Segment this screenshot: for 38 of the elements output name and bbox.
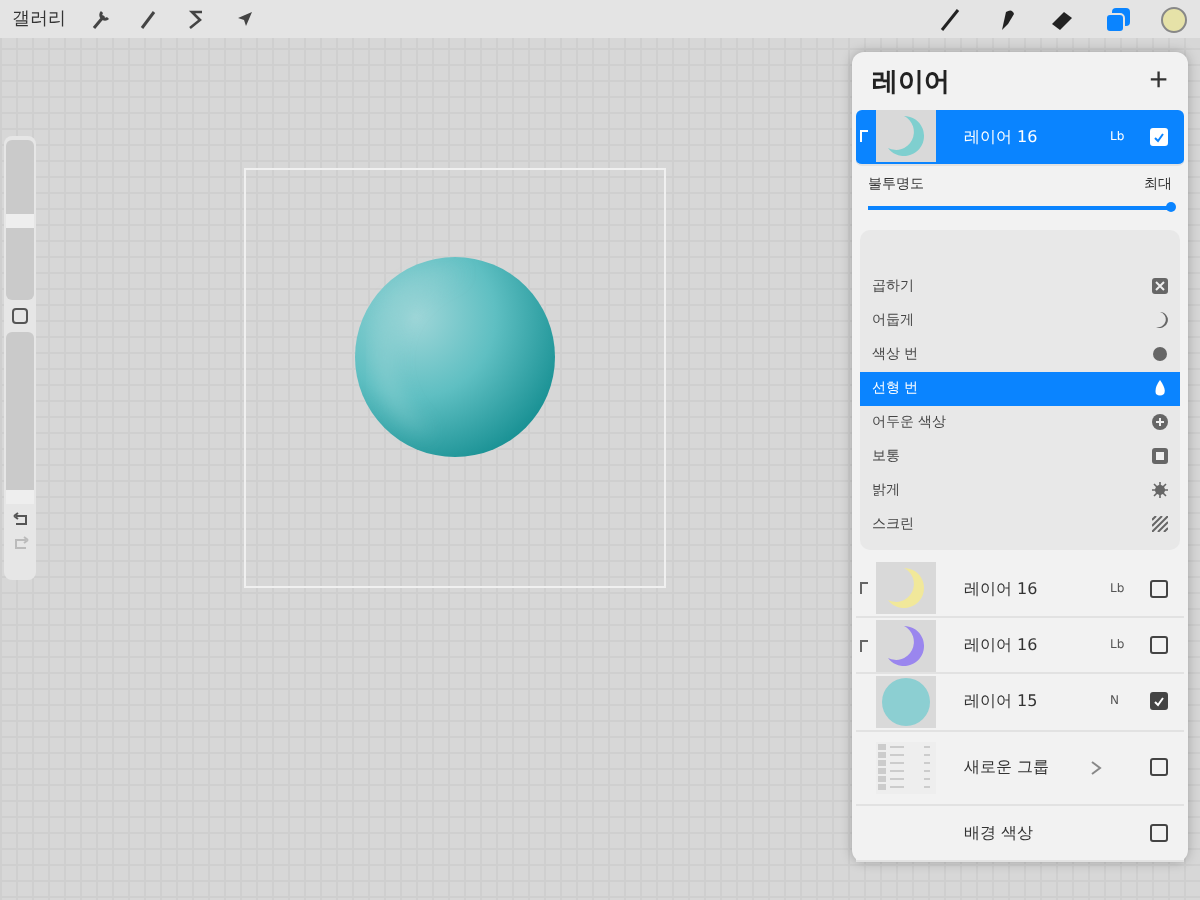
visibility-checkbox[interactable] [1150,758,1168,777]
undo-icon[interactable] [11,512,29,528]
layer-thumbnail[interactable] [876,110,936,163]
layer-name: 새로운 그룹 [962,756,1050,779]
sun-icon [1152,482,1168,499]
layer-name: 배경 색상 [962,821,1034,844]
add-layer-button[interactable]: + [1149,63,1168,100]
layer-name: 레이어 16 [962,125,1038,148]
layer-thumbnail[interactable] [876,562,936,615]
square-icon[interactable] [12,308,28,324]
blend-mode-icon [1152,516,1168,533]
blend-mode-icon [1152,448,1168,465]
layer-name: 레이어 15 [962,690,1038,713]
panel-title: 레이어 [872,65,950,100]
blend-mode-icon [1152,278,1168,295]
visibility-checkbox[interactable] [1150,636,1168,655]
visibility-checkbox[interactable] [1150,823,1168,842]
layer-thumbnail[interactable] [876,619,936,672]
opacity-slider[interactable] [6,332,34,504]
group-thumbnail[interactable] [876,741,936,794]
layer-row[interactable]: 새로운 그룹 [856,731,1184,806]
layer-name: 레이어 16 [962,634,1038,657]
layer-name: 레이어 16 [962,577,1038,600]
blend-mode-icon [1152,346,1168,363]
brush-size-slider[interactable] [6,140,34,300]
color-swatch-icon[interactable] [1160,5,1188,33]
layers-icon[interactable] [1104,5,1132,33]
opacity-slider[interactable] [868,205,1172,210]
gallery-link[interactable]: 갤러리 [12,6,66,32]
visibility-checkbox[interactable] [1150,579,1168,598]
moon-icon [1152,312,1168,329]
chevron-right-icon[interactable] [1090,759,1102,776]
visibility-checkbox[interactable] [1150,692,1168,711]
brush-icon[interactable] [936,5,964,33]
flame-icon [1152,380,1168,397]
layer-row[interactable]: 배경 색상 [856,805,1184,863]
blend-mode-icon [1152,414,1168,431]
layer-thumbnail[interactable] [876,675,936,728]
